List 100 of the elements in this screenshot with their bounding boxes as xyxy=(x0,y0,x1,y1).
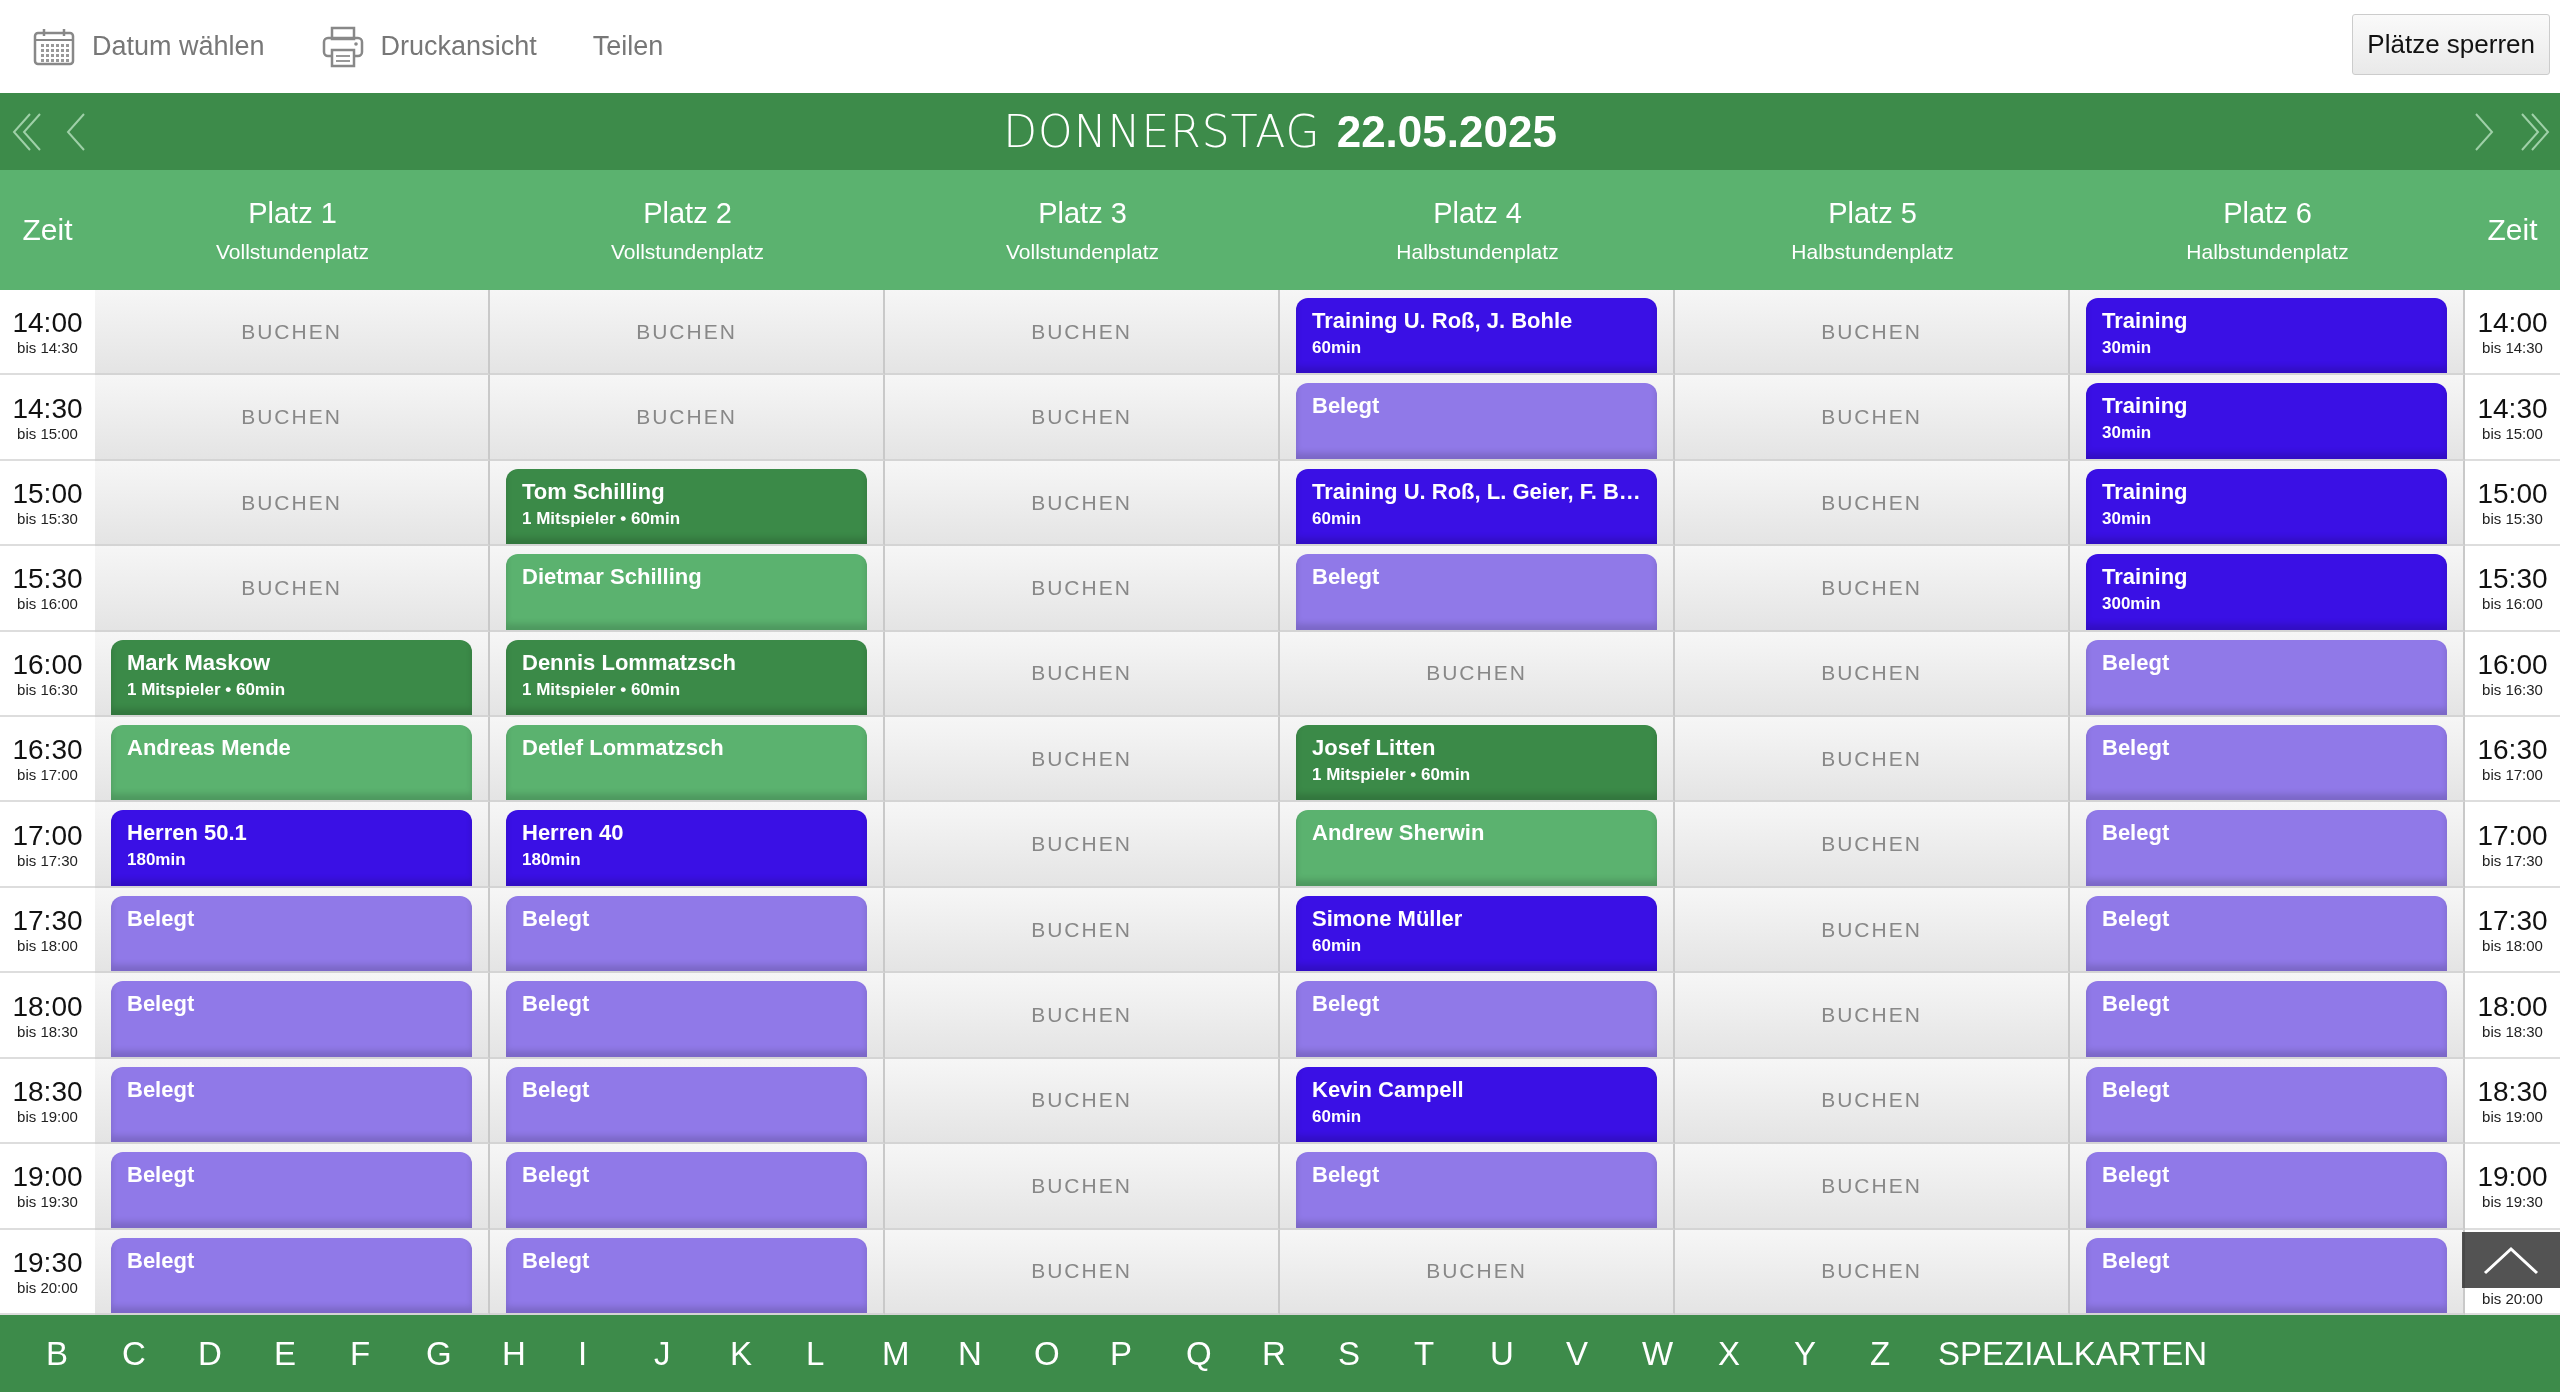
book-button[interactable]: BUCHEN xyxy=(95,290,488,374)
book-button[interactable]: BUCHEN xyxy=(885,1229,1278,1313)
booking-card[interactable]: Belegt xyxy=(506,981,867,1057)
booking-card[interactable]: Training 300min xyxy=(2086,554,2447,630)
book-button[interactable]: BUCHEN xyxy=(1675,887,2068,972)
share-link[interactable]: Teilen xyxy=(592,31,664,62)
book-button[interactable]: BUCHEN xyxy=(885,375,1278,459)
booking-card[interactable]: Dennis Lommatzsch 1 Mitspieler • 60min xyxy=(506,639,867,716)
print-view-link[interactable]: Druckansicht xyxy=(320,24,537,69)
book-button[interactable]: BUCHEN xyxy=(1675,546,2068,630)
booking-card[interactable]: Belegt xyxy=(111,1066,472,1143)
booking-card[interactable]: Belegt xyxy=(111,1237,472,1313)
booking-card[interactable]: Belegt xyxy=(506,1066,867,1143)
booking-card[interactable]: Belegt xyxy=(2086,1237,2447,1313)
book-button[interactable]: BUCHEN xyxy=(885,1144,1278,1228)
book-button[interactable]: BUCHEN xyxy=(1675,1229,2068,1313)
letter-filter[interactable]: W xyxy=(1642,1334,1718,1373)
book-button[interactable]: BUCHEN xyxy=(95,546,488,630)
booking-card[interactable]: Belegt xyxy=(111,895,472,972)
booking-card[interactable]: Josef Litten 1 Mitspieler • 60min xyxy=(1296,725,1657,801)
booking-card[interactable]: Training 30min xyxy=(2086,298,2447,374)
book-button[interactable]: BUCHEN xyxy=(1675,631,2068,716)
book-button[interactable]: BUCHEN xyxy=(1280,1229,1673,1313)
book-button[interactable]: BUCHEN xyxy=(1675,802,2068,886)
booking-card[interactable]: Belegt xyxy=(2086,639,2447,716)
book-button[interactable]: BUCHEN xyxy=(885,887,1278,972)
letter-filter[interactable]: Q xyxy=(1186,1334,1262,1373)
letter-filter[interactable]: L xyxy=(806,1334,882,1373)
booking-card[interactable]: Dietmar Schilling xyxy=(506,554,867,630)
book-button[interactable]: BUCHEN xyxy=(885,460,1278,545)
letter-filter[interactable]: P xyxy=(1110,1334,1186,1373)
letter-filter[interactable]: B xyxy=(46,1334,122,1373)
booking-card[interactable]: Herren 40 180min xyxy=(506,810,867,886)
book-button[interactable]: BUCHEN xyxy=(1675,717,2068,801)
booking-card[interactable]: Training 30min xyxy=(2086,468,2447,545)
book-button[interactable]: BUCHEN xyxy=(885,290,1278,374)
letter-filter[interactable]: H xyxy=(502,1334,578,1373)
letter-filter[interactable]: N xyxy=(958,1334,1034,1373)
booking-card[interactable]: Belegt xyxy=(2086,1152,2447,1228)
letter-filter[interactable]: D xyxy=(198,1334,274,1373)
book-button[interactable]: BUCHEN xyxy=(490,375,883,459)
letter-filter[interactable]: I xyxy=(578,1334,654,1373)
letter-filter[interactable]: X xyxy=(1718,1334,1794,1373)
booking-card[interactable]: Kevin Campell 60min xyxy=(1296,1066,1657,1143)
choose-date-link[interactable]: Datum wählen xyxy=(32,26,265,67)
booking-card[interactable]: Belegt xyxy=(506,1237,867,1313)
book-button[interactable]: BUCHEN xyxy=(1280,631,1673,716)
letter-filter[interactable]: U xyxy=(1490,1334,1566,1373)
booking-card[interactable]: Belegt xyxy=(506,1152,867,1228)
lock-courts-button[interactable]: Plätze sperren xyxy=(2352,14,2550,75)
booking-card[interactable]: Belegt xyxy=(1296,1152,1657,1228)
letter-filter[interactable]: J xyxy=(654,1334,730,1373)
letter-filter[interactable]: S xyxy=(1338,1334,1414,1373)
book-button[interactable]: BUCHEN xyxy=(885,802,1278,886)
booking-card[interactable]: Mark Maskow 1 Mitspieler • 60min xyxy=(111,639,472,716)
book-button[interactable]: BUCHEN xyxy=(885,717,1278,801)
letter-filter[interactable]: F xyxy=(350,1334,426,1373)
letter-filter[interactable]: O xyxy=(1034,1334,1110,1373)
book-button[interactable]: BUCHEN xyxy=(1675,460,2068,545)
booking-card[interactable]: Belegt xyxy=(2086,810,2447,886)
book-button[interactable]: BUCHEN xyxy=(885,1058,1278,1143)
letter-filter[interactable]: SPEZIALKARTEN xyxy=(1938,1334,2207,1373)
booking-card[interactable]: Belegt xyxy=(2086,981,2447,1057)
book-button[interactable]: BUCHEN xyxy=(1675,1058,2068,1143)
booking-card[interactable]: Andrew Sherwin xyxy=(1296,810,1657,886)
booking-card[interactable]: Simone Müller 60min xyxy=(1296,895,1657,972)
booking-card[interactable]: Belegt xyxy=(1296,981,1657,1057)
book-button[interactable]: BUCHEN xyxy=(95,375,488,459)
book-button[interactable]: BUCHEN xyxy=(1675,290,2068,374)
letter-filter[interactable]: T xyxy=(1414,1334,1490,1373)
booking-card[interactable]: Training 30min xyxy=(2086,383,2447,459)
letter-filter[interactable]: C xyxy=(122,1334,198,1373)
book-button[interactable]: BUCHEN xyxy=(885,973,1278,1057)
booking-card[interactable]: Belegt xyxy=(111,981,472,1057)
book-button[interactable]: BUCHEN xyxy=(1675,375,2068,459)
booking-card[interactable]: Belegt xyxy=(2086,1066,2447,1143)
booking-card[interactable]: Belegt xyxy=(1296,554,1657,630)
book-button[interactable]: BUCHEN xyxy=(1675,973,2068,1057)
letter-filter[interactable]: K xyxy=(730,1334,806,1373)
booking-card[interactable]: Detlef Lommatzsch xyxy=(506,725,867,801)
letter-filter[interactable]: R xyxy=(1262,1334,1338,1373)
booking-card[interactable]: Belegt xyxy=(2086,895,2447,972)
book-button[interactable]: BUCHEN xyxy=(490,290,883,374)
booking-card[interactable]: Belegt xyxy=(111,1152,472,1228)
letter-filter[interactable]: G xyxy=(426,1334,502,1373)
book-button[interactable]: BUCHEN xyxy=(885,631,1278,716)
booking-card[interactable]: Herren 50.1 180min xyxy=(111,810,472,886)
booking-card[interactable]: Belegt xyxy=(2086,725,2447,801)
booking-card[interactable]: Tom Schilling 1 Mitspieler • 60min xyxy=(506,468,867,545)
letter-filter[interactable]: E xyxy=(274,1334,350,1373)
booking-card[interactable]: Belegt xyxy=(1296,383,1657,459)
book-button[interactable]: BUCHEN xyxy=(95,460,488,545)
letter-filter[interactable]: M xyxy=(882,1334,958,1373)
booking-card[interactable]: Training U. Roß, J. Bohle 60min xyxy=(1296,298,1657,374)
book-button[interactable]: BUCHEN xyxy=(1675,1144,2068,1228)
book-button[interactable]: BUCHEN xyxy=(885,546,1278,630)
booking-card[interactable]: Training U. Roß, L. Geier, F. B… 60min xyxy=(1296,468,1657,545)
booking-card[interactable]: Andreas Mende xyxy=(111,725,472,801)
scroll-top-button[interactable] xyxy=(2462,1232,2560,1288)
letter-filter[interactable]: V xyxy=(1566,1334,1642,1373)
